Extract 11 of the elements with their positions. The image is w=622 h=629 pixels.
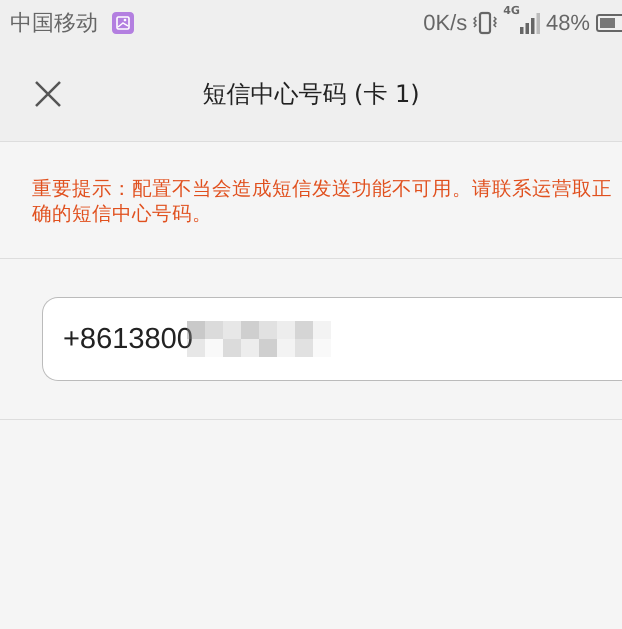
battery-percent: 48%	[546, 10, 590, 36]
page-title: 短信中心号码 (卡 1)	[202, 78, 420, 110]
network-speed: 0K/s	[423, 10, 468, 36]
close-icon[interactable]	[34, 80, 62, 108]
warning-notice: 重要提示：配置不当会造成短信发送功能不可用。请联系运营取正确的短信中心号码。	[32, 176, 613, 226]
vibrate-icon	[473, 10, 498, 36]
network-type: 4G	[503, 4, 520, 17]
carrier-name: 中国移动	[10, 10, 98, 38]
gallery-icon	[112, 12, 134, 34]
number-field[interactable]: +8613800	[42, 297, 622, 381]
signal-icon	[520, 11, 540, 35]
